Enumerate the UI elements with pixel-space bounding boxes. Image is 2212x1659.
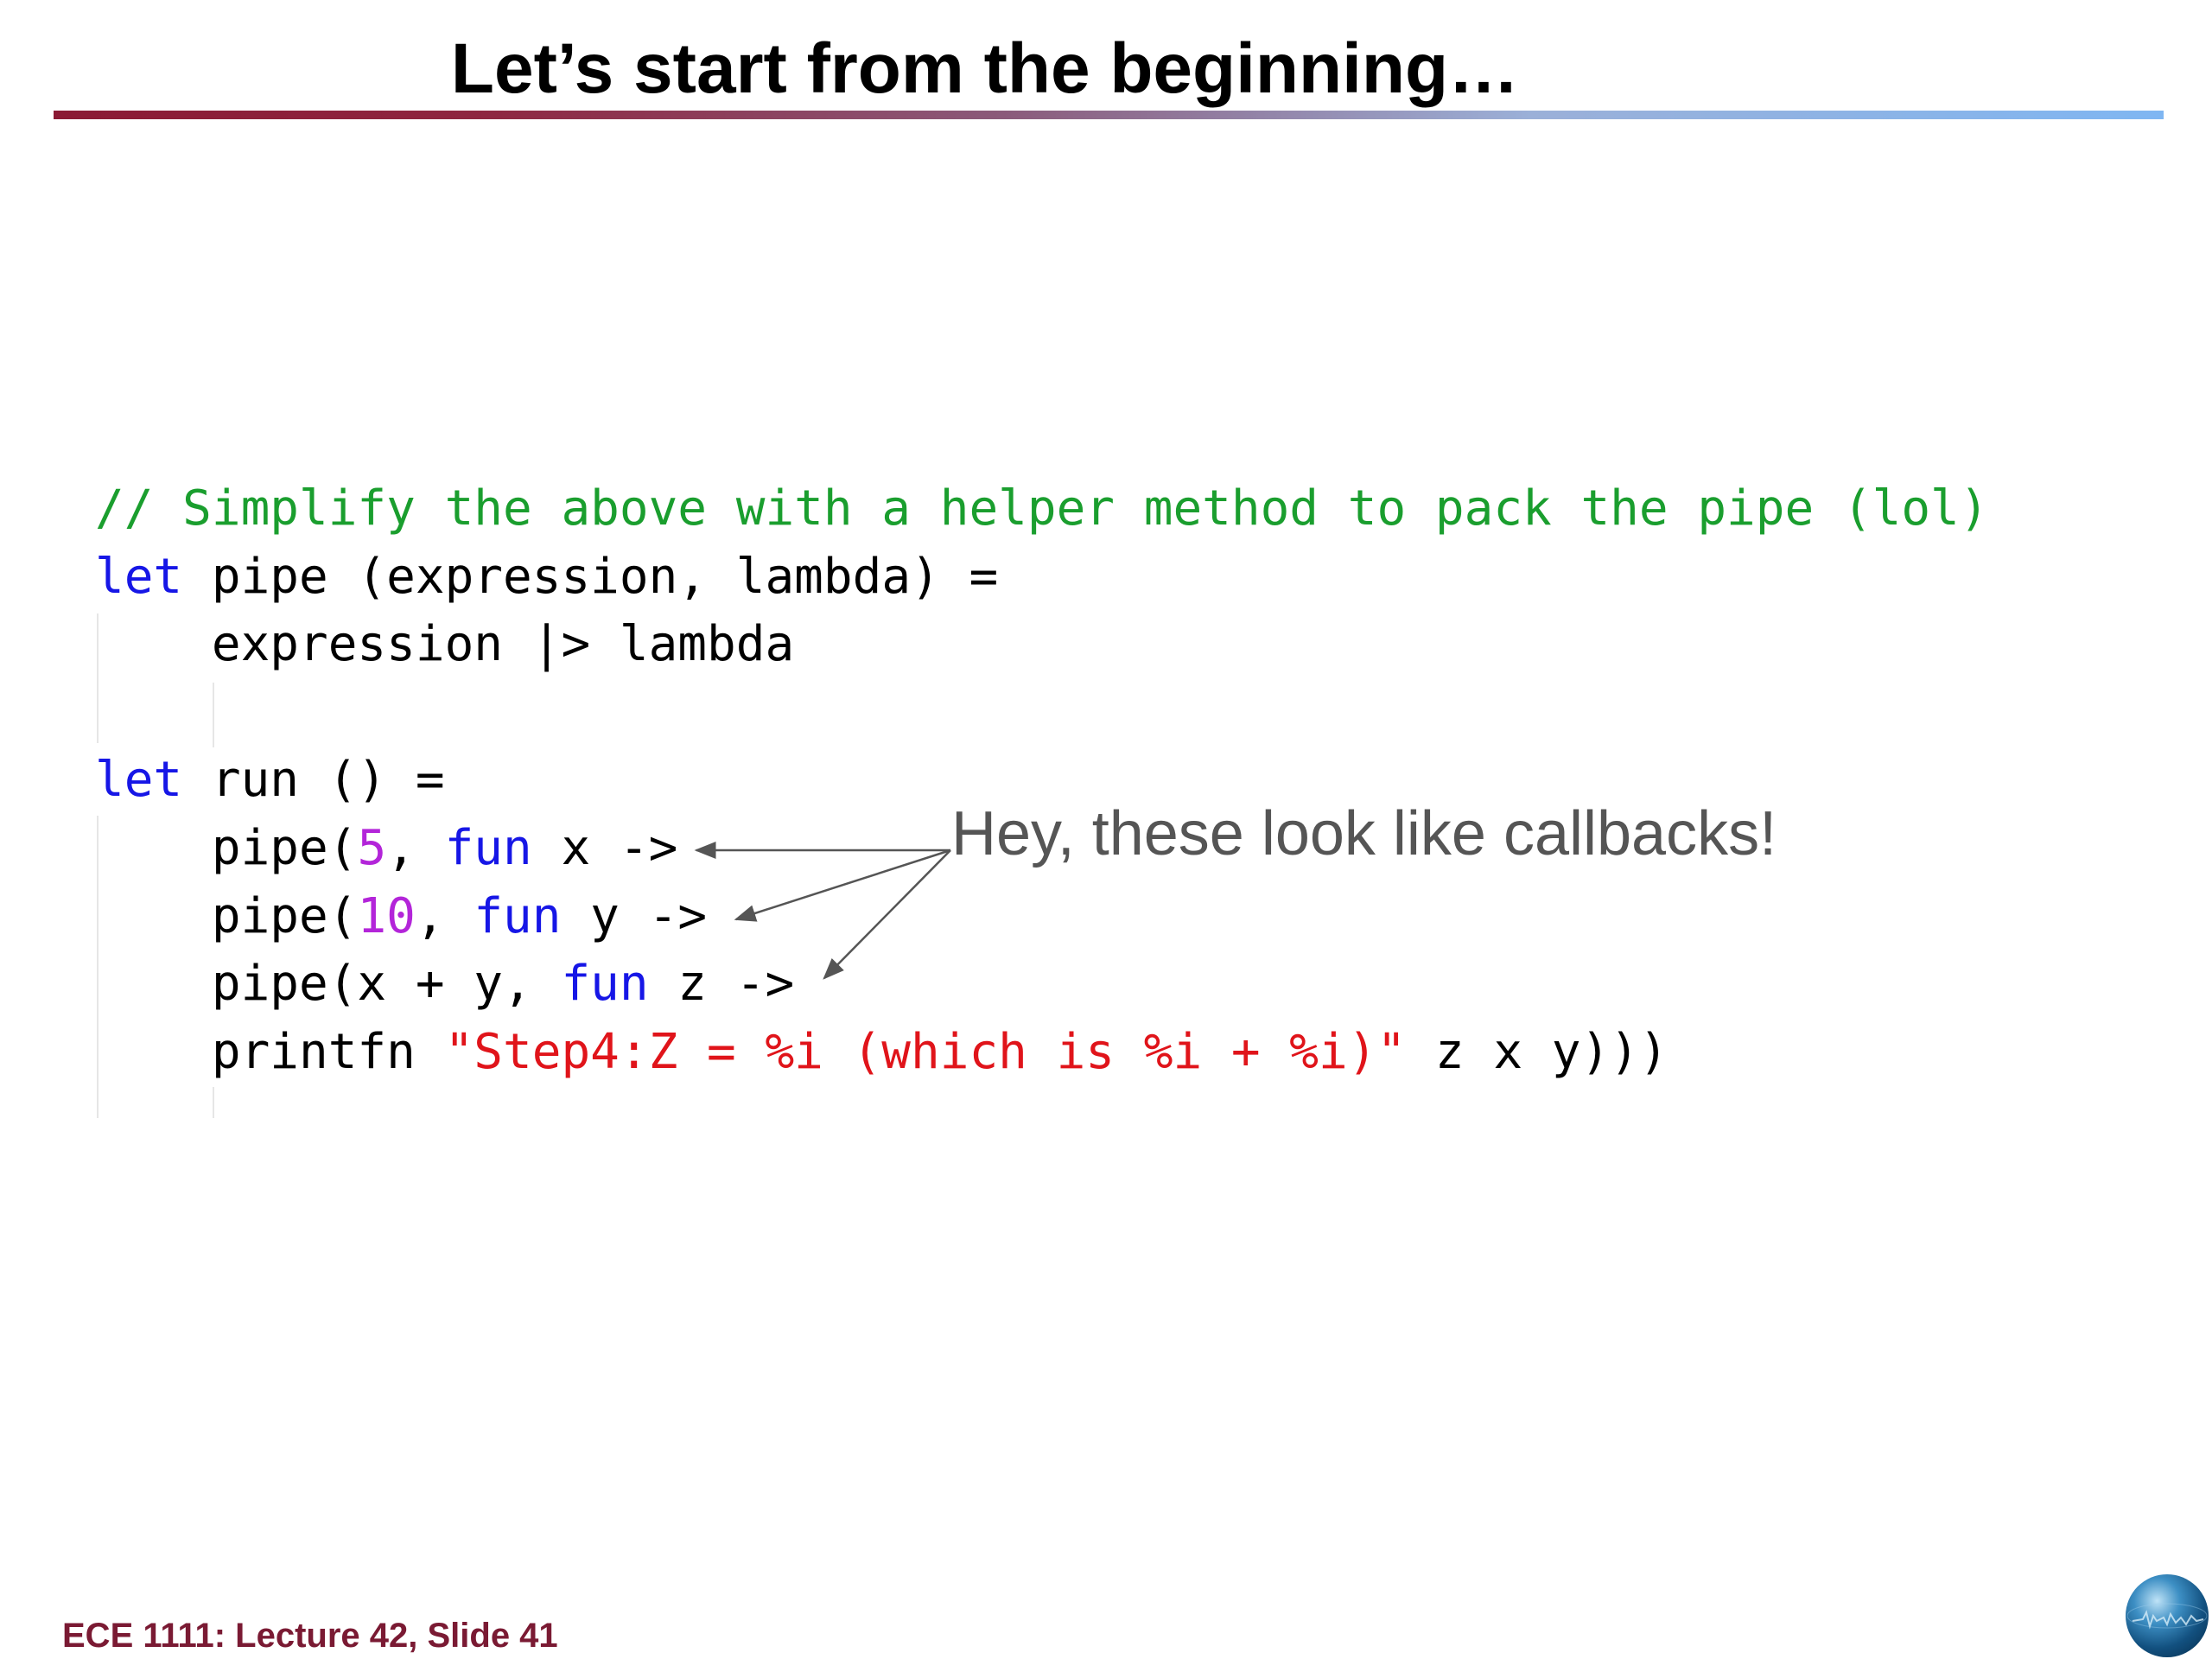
callout-text: Hey, these look like callbacks! xyxy=(951,799,1777,868)
slide-footer: ECE 1111: Lecture 42, Slide 41 xyxy=(62,1617,558,1655)
globe-logo-icon xyxy=(2126,1574,2209,1657)
arrow-to-z xyxy=(823,849,951,980)
arrow-to-y xyxy=(734,849,951,922)
